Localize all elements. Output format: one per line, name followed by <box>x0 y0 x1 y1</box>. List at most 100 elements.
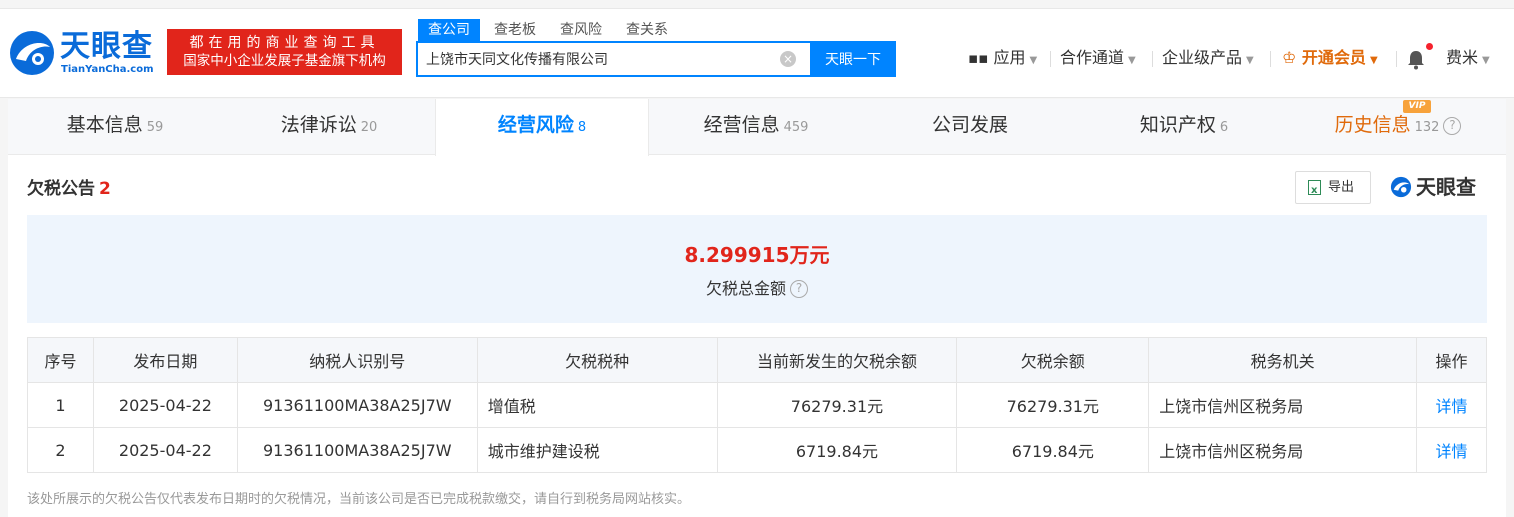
cell-authority: 上饶市信州区税务局 <box>1148 427 1417 473</box>
chevron-down-icon: ▼ <box>1482 55 1490 66</box>
notification-dot <box>1426 43 1433 50</box>
section-title: 欠税公告 2 <box>27 174 111 199</box>
chevron-down-icon: ▼ <box>1369 55 1378 66</box>
tab-label: 历史信息 <box>1334 114 1411 136</box>
company-tabs: 基本信息 59 法律诉讼 20 经营风险 8 经营信息 459 公司发展 知识产权 6 历… <box>8 99 1506 156</box>
tab-basic-info[interactable]: 基本信息 59 <box>8 99 222 155</box>
slogan-line-2: 国家中小企业发展子基金旗下机构 <box>183 53 386 69</box>
nav-apps[interactable]: ▪▪ 应用 ▼ <box>968 45 1037 71</box>
nav-cooperation-label: 合作通道 <box>1060 48 1125 67</box>
tab-label: 知识产权 <box>1139 114 1216 136</box>
search-tab-company[interactable]: 查公司 <box>418 19 480 41</box>
cell-new-balance: 6719.84元 <box>716 427 958 473</box>
nav-user[interactable]: 费米 ▼ <box>1446 45 1490 71</box>
search-box: × <box>416 41 810 77</box>
site-logo[interactable]: 天眼查 TianYanCha.com <box>8 29 160 79</box>
cell-new-balance: 76279.31元 <box>716 382 958 428</box>
chevron-down-icon: ▼ <box>1128 55 1136 66</box>
search-tab-relation[interactable]: 查关系 <box>616 19 678 41</box>
col-balance: 欠税余额 <box>956 337 1150 383</box>
cell-tax-type: 城市维护建设税 <box>476 427 718 473</box>
table-header-row: 序号 发布日期 纳税人识别号 欠税税种 当前新发生的欠税余额 欠税余额 税务机关… <box>27 337 1487 383</box>
help-icon[interactable]: ? <box>1443 117 1462 135</box>
tab-label: 经营风险 <box>497 114 574 136</box>
tab-business-risk[interactable]: 经营风险 8 <box>435 99 649 156</box>
vip-badge: VIP <box>1403 100 1431 113</box>
detail-link[interactable]: 详情 <box>1416 382 1487 428</box>
col-tax-type: 欠税税种 <box>476 337 718 383</box>
slogan-line-1: 都在用的商业查询工具 <box>189 35 380 51</box>
bell-icon[interactable] <box>1407 50 1425 70</box>
tab-count: 132 <box>1414 120 1440 135</box>
tab-count: 6 <box>1219 120 1229 135</box>
nav-vip[interactable]: ♔ 开通会员 ▼ <box>1282 45 1378 71</box>
cell-index: 1 <box>27 382 94 428</box>
col-date: 发布日期 <box>92 337 238 383</box>
tab-label: 公司发展 <box>931 114 1008 136</box>
export-label: 导出 <box>1328 180 1355 195</box>
footnote: 该处所展示的欠税公告仅代表发布日期时的欠税情况，当前该公司是否已完成税款缴交，请… <box>27 492 691 507</box>
nav-apps-label: 应用 <box>993 48 1026 67</box>
main-content: 基本信息 59 法律诉讼 20 经营风险 8 经营信息 459 公司发展 知识产权 6 历… <box>8 99 1506 517</box>
cell-taxpayer-id: 91361100MA38A25J7W <box>236 427 478 473</box>
tab-business-info[interactable]: 经营信息 459 <box>649 99 863 155</box>
search-input[interactable] <box>426 43 766 75</box>
nav-vip-label: 开通会员 <box>1301 48 1366 67</box>
slogan-banner: 都在用的商业查询工具 国家中小企业发展子基金旗下机构 <box>167 29 402 75</box>
total-amount-label-text: 欠税总金额 <box>705 279 786 298</box>
table-row: 1 2025-04-22 91361100MA38A25J7W 增值税 7627… <box>27 382 1487 428</box>
tab-label: 基本信息 <box>66 114 143 136</box>
nav-user-label: 费米 <box>1446 48 1479 67</box>
tab-label: 经营信息 <box>703 114 780 136</box>
cell-authority: 上饶市信州区税务局 <box>1148 382 1417 428</box>
cell-date: 2025-04-22 <box>92 427 238 473</box>
total-amount: 8.299915万元 <box>684 243 830 267</box>
tab-history[interactable]: 历史信息 132? <box>1291 99 1505 155</box>
tab-label: 法律诉讼 <box>280 114 357 136</box>
cell-tax-type: 增值税 <box>476 382 718 428</box>
excel-icon <box>1308 175 1321 206</box>
search-tab-risk[interactable]: 查风险 <box>550 19 612 41</box>
tax-summary: 8.299915万元 欠税总金额? <box>27 215 1487 323</box>
tab-count: 8 <box>577 120 587 135</box>
table-row: 2 2025-04-22 91361100MA38A25J7W 城市维护建设税 … <box>27 427 1487 473</box>
total-amount-label: 欠税总金额? <box>27 275 1487 299</box>
search-button[interactable]: 天眼一下 <box>810 41 896 77</box>
col-new-balance: 当前新发生的欠税余额 <box>716 337 958 383</box>
tianyancha-logo-icon <box>1390 176 1412 198</box>
chevron-down-icon: ▼ <box>1246 55 1254 66</box>
cell-index: 2 <box>27 427 94 473</box>
cell-date: 2025-04-22 <box>92 382 238 428</box>
cell-balance: 6719.84元 <box>956 427 1150 473</box>
tianyancha-logo-icon <box>10 31 54 75</box>
tab-development[interactable]: 公司发展 <box>863 99 1077 155</box>
tab-count: 20 <box>360 120 378 135</box>
help-icon[interactable]: ? <box>790 280 808 298</box>
site-header: 天眼查 TianYanCha.com 都在用的商业查询工具 国家中小企业发展子基… <box>0 8 1514 98</box>
tab-count: 459 <box>783 120 809 135</box>
detail-link[interactable]: 详情 <box>1416 427 1487 473</box>
logo-domain: TianYanCha.com <box>61 64 154 75</box>
apps-icon: ▪▪ <box>968 49 989 67</box>
col-index: 序号 <box>27 337 94 383</box>
nav-cooperation[interactable]: 合作通道 ▼ <box>1060 45 1136 71</box>
col-authority: 税务机关 <box>1148 337 1417 383</box>
brand-logo-text: 天眼查 <box>1416 175 1476 199</box>
col-taxpayer-id: 纳税人识别号 <box>236 337 478 383</box>
search-tab-boss[interactable]: 查老板 <box>484 19 546 41</box>
tab-ip[interactable]: 知识产权 6 <box>1077 99 1291 155</box>
section-count: 2 <box>99 179 111 199</box>
cell-balance: 76279.31元 <box>956 382 1150 428</box>
logo-text: 天眼查 <box>60 29 153 64</box>
nav-enterprise-label: 企业级产品 <box>1162 48 1243 67</box>
clear-icon[interactable]: × <box>780 51 796 67</box>
crown-icon: ♔ <box>1282 48 1297 67</box>
tab-count: 59 <box>146 120 164 135</box>
tab-legal[interactable]: 法律诉讼 20 <box>222 99 436 155</box>
tax-table: 序号 发布日期 纳税人识别号 欠税税种 当前新发生的欠税余额 欠税余额 税务机关… <box>27 337 1487 473</box>
col-action: 操作 <box>1416 337 1487 383</box>
section-title-text: 欠税公告 <box>27 179 95 199</box>
nav-enterprise[interactable]: 企业级产品 ▼ <box>1162 45 1254 71</box>
export-button[interactable]: 导出 <box>1295 171 1371 206</box>
chevron-down-icon: ▼ <box>1029 55 1038 66</box>
